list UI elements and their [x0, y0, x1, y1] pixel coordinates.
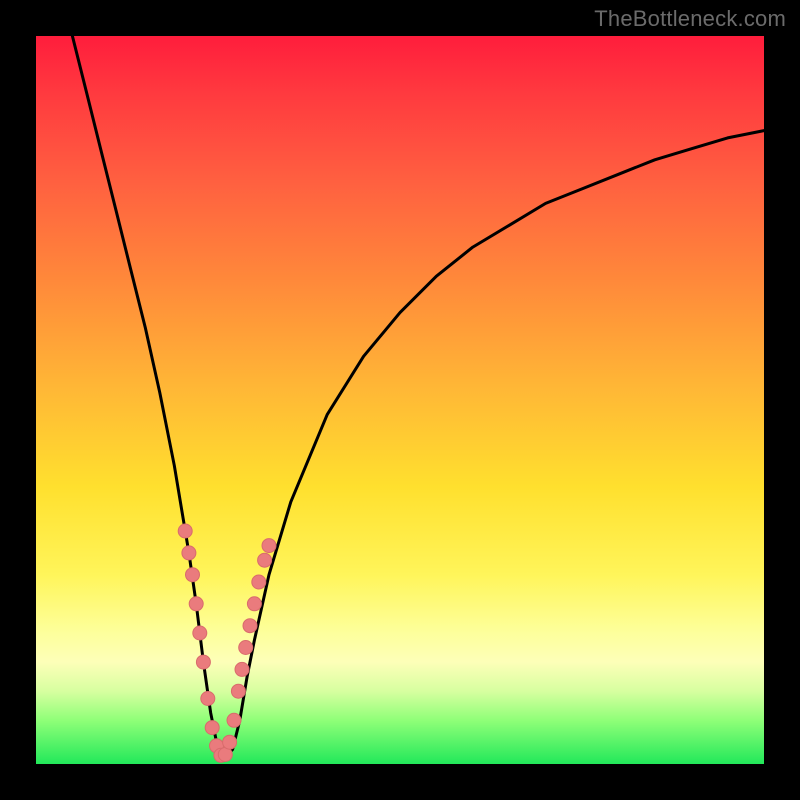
curve-marker — [196, 655, 210, 669]
curve-marker — [247, 597, 261, 611]
curve-marker — [243, 619, 257, 633]
curve-marker — [201, 692, 215, 706]
curve-marker — [186, 568, 200, 582]
curve-marker — [189, 597, 203, 611]
curve-marker — [205, 721, 219, 735]
curve-marker — [231, 684, 245, 698]
plot-area — [36, 36, 764, 764]
curve-marker — [193, 626, 207, 640]
curve-markers — [178, 524, 276, 762]
curve-marker — [223, 735, 237, 749]
curve-marker — [252, 575, 266, 589]
curve-svg — [36, 36, 764, 764]
bottleneck-curve — [72, 36, 764, 757]
watermark-text: TheBottleneck.com — [594, 6, 786, 32]
curve-marker — [239, 641, 253, 655]
outer-frame: TheBottleneck.com — [0, 0, 800, 800]
curve-marker — [178, 524, 192, 538]
curve-marker — [227, 713, 241, 727]
curve-marker — [262, 539, 276, 553]
curve-marker — [258, 553, 272, 567]
curve-marker — [182, 546, 196, 560]
curve-marker — [235, 662, 249, 676]
